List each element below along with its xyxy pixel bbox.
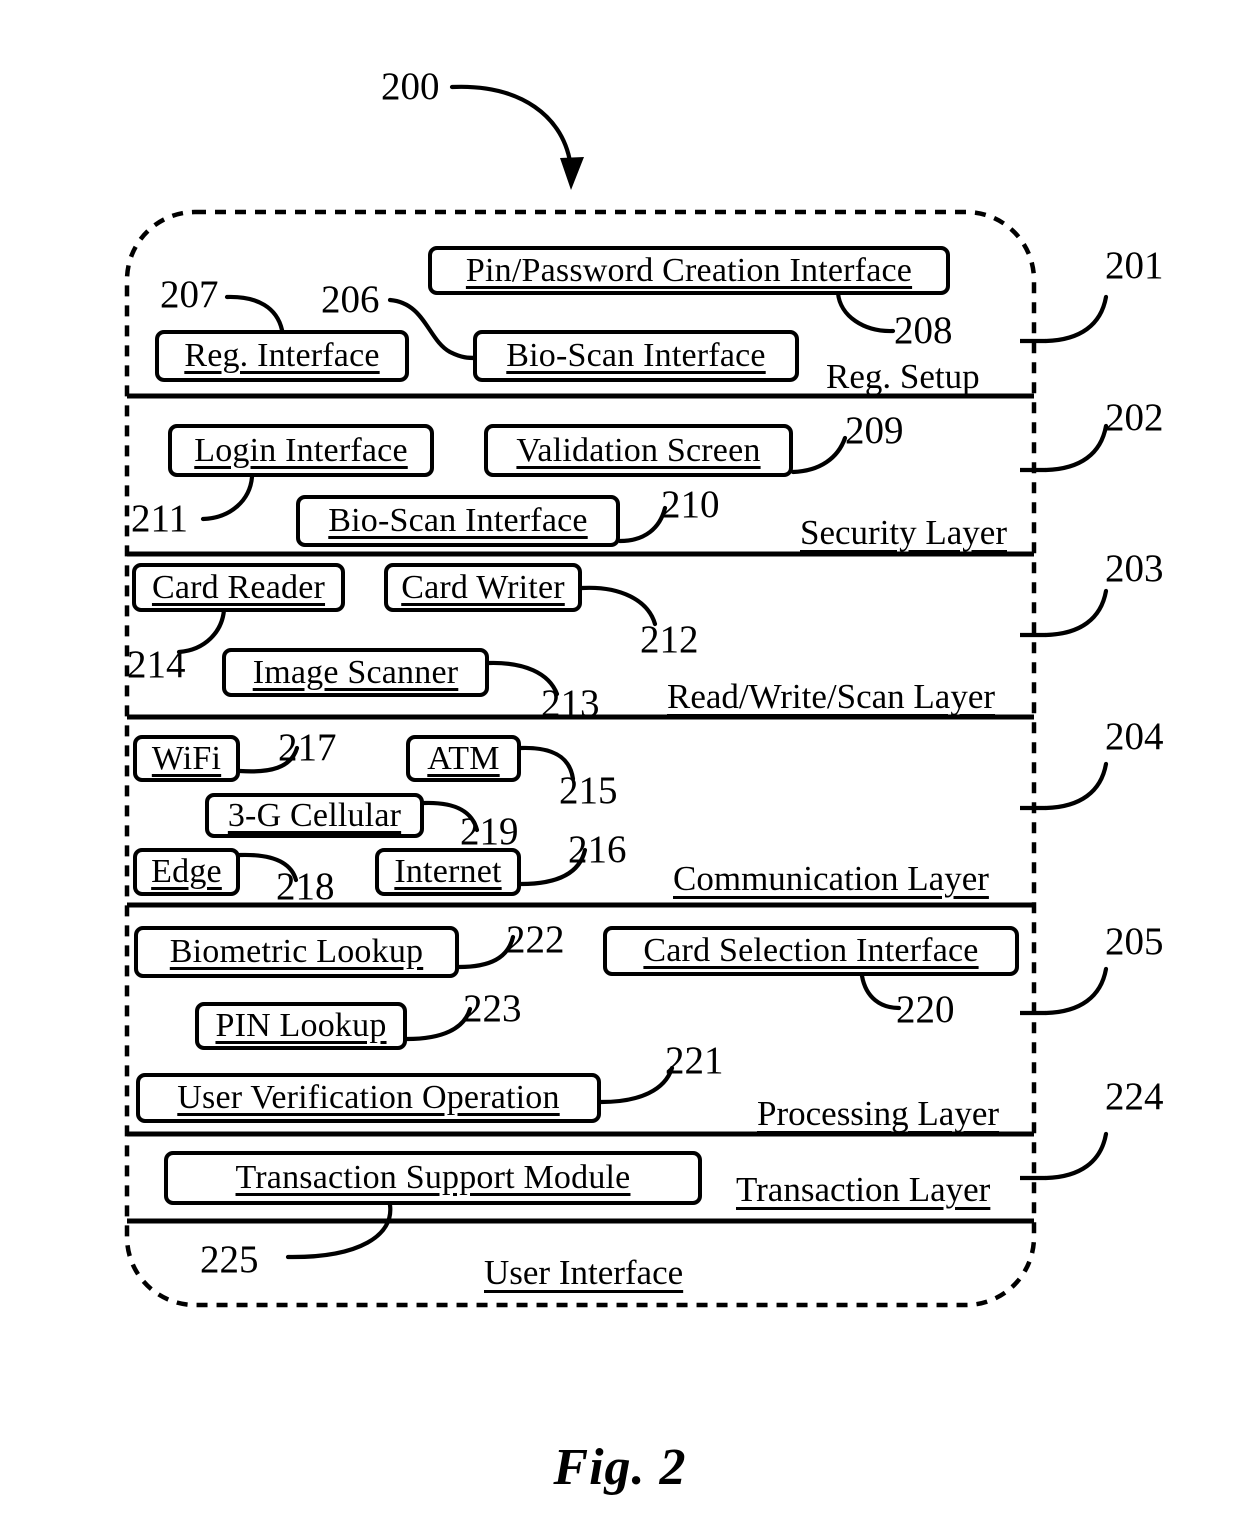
node-label: Image Scanner [252,653,459,691]
node-label: Card Reader [151,568,326,606]
leader-222 [456,934,516,970]
node-internet[interactable]: Internet [375,848,521,896]
ref-223: 223 [463,987,522,1030]
layer-caption-read-write-scan-layer: Read/Write/Scan Layer [667,677,996,716]
ref-211: 211 [131,497,189,540]
leader-200-arrow [449,84,574,171]
node-label: WiFi [151,739,222,777]
node-bio-scan-interface-security[interactable]: Bio-Scan Interface [296,495,620,547]
leader-201 [1043,294,1109,344]
layer-caption-communication-layer: Communication Layer [673,859,989,898]
ref-201: 201 [1105,244,1164,287]
node-user-verification-operation[interactable]: User Verification Operation [136,1073,601,1123]
node-label: Edge [151,853,222,890]
node-label: Validation Screen [516,431,761,469]
ref-203: 203 [1105,547,1164,590]
node-reg-interface[interactable]: Reg. Interface [155,330,409,382]
ref-216: 216 [568,828,627,871]
leader-214 [176,607,227,655]
node-card-reader[interactable]: Card Reader [132,563,345,612]
leader-225 [285,1202,393,1260]
node-login-interface[interactable]: Login Interface [168,424,434,477]
leader-211 [200,474,255,522]
node-edge[interactable]: Edge [133,848,240,896]
node-biometric-lookup[interactable]: Biometric Lookup [134,926,459,978]
leader-224 [1043,1131,1109,1181]
leader-204 [1043,761,1109,811]
leader-200-arrowhead [560,157,584,190]
node-label: Internet [394,853,502,890]
leader-223 [404,1006,473,1042]
leader-220 [859,973,902,1011]
ref-208: 208 [894,309,953,352]
node-label: PIN Lookup [215,1007,387,1044]
node-label: Transaction Support Module [235,1159,631,1196]
node-label: Card Writer [401,568,565,606]
leader-210 [617,505,668,544]
layer-caption-processing-layer: Processing Layer [757,1094,1000,1133]
node-image-scanner[interactable]: Image Scanner [222,648,489,697]
ref-214: 214 [127,643,186,686]
node-label: Biometric Lookup [169,933,424,970]
node-label: ATM [427,739,500,777]
ref-221: 221 [665,1039,724,1082]
node-card-writer[interactable]: Card Writer [384,563,582,612]
node-pin-password-creation-interface[interactable]: Pin/Password Creation Interface [428,246,950,295]
node-label: Bio-Scan Interface [506,337,766,374]
node-label: Card Selection Interface [643,932,979,969]
ref-200: 200 [381,65,440,108]
ref-205: 205 [1105,920,1164,963]
ref-219: 219 [460,810,519,853]
node-validation-screen[interactable]: Validation Screen [484,424,793,477]
node-label: 3-G Cellular [227,796,402,834]
ref-210: 210 [661,483,720,526]
layer-caption-reg-setup: Reg. Setup [826,357,980,396]
ref-217: 217 [278,726,337,769]
node-wifi[interactable]: WiFi [133,735,240,782]
leader-203 [1043,588,1109,638]
ref-204: 204 [1105,715,1164,758]
node-label: Pin/Password Creation Interface [465,251,913,289]
node-label: Login Interface [194,431,408,469]
ref-225: 225 [200,1238,259,1281]
ref-213: 213 [541,682,600,725]
ref-202: 202 [1105,396,1164,439]
leader-209 [790,435,848,475]
ref-218: 218 [276,865,335,908]
figure-caption: Fig. 2 [553,1439,687,1496]
leader-221 [598,1065,675,1105]
leader-207 [224,294,285,333]
node-3g-cellular[interactable]: 3-G Cellular [205,793,424,838]
layer-caption-security-layer: Security Layer [800,513,1007,552]
ref-224: 224 [1105,1075,1164,1118]
ref-209: 209 [845,409,904,452]
container-caption-user-interface: User Interface [484,1253,684,1292]
node-bio-scan-interface-reg[interactable]: Bio-Scan Interface [473,330,799,382]
leader-205 [1043,966,1109,1016]
figure-canvas: Pin/Password Creation Interface Reg. Int… [0,0,1240,1530]
ref-220: 220 [896,988,955,1031]
ref-212: 212 [640,618,699,661]
node-atm[interactable]: ATM [406,735,521,782]
leader-208 [835,290,896,334]
ref-222: 222 [506,918,565,961]
node-card-selection-interface[interactable]: Card Selection Interface [603,926,1019,976]
leader-202 [1043,423,1109,473]
ref-206: 206 [321,278,380,321]
node-label: Bio-Scan Interface [328,502,588,539]
node-pin-lookup[interactable]: PIN Lookup [195,1002,407,1050]
node-label: Reg. Interface [184,337,380,374]
node-label: User Verification Operation [177,1079,560,1116]
layer-caption-transaction-layer: Transaction Layer [736,1170,991,1209]
ref-215: 215 [559,769,618,812]
node-transaction-support-module[interactable]: Transaction Support Module [164,1151,702,1205]
ref-207: 207 [160,273,219,316]
